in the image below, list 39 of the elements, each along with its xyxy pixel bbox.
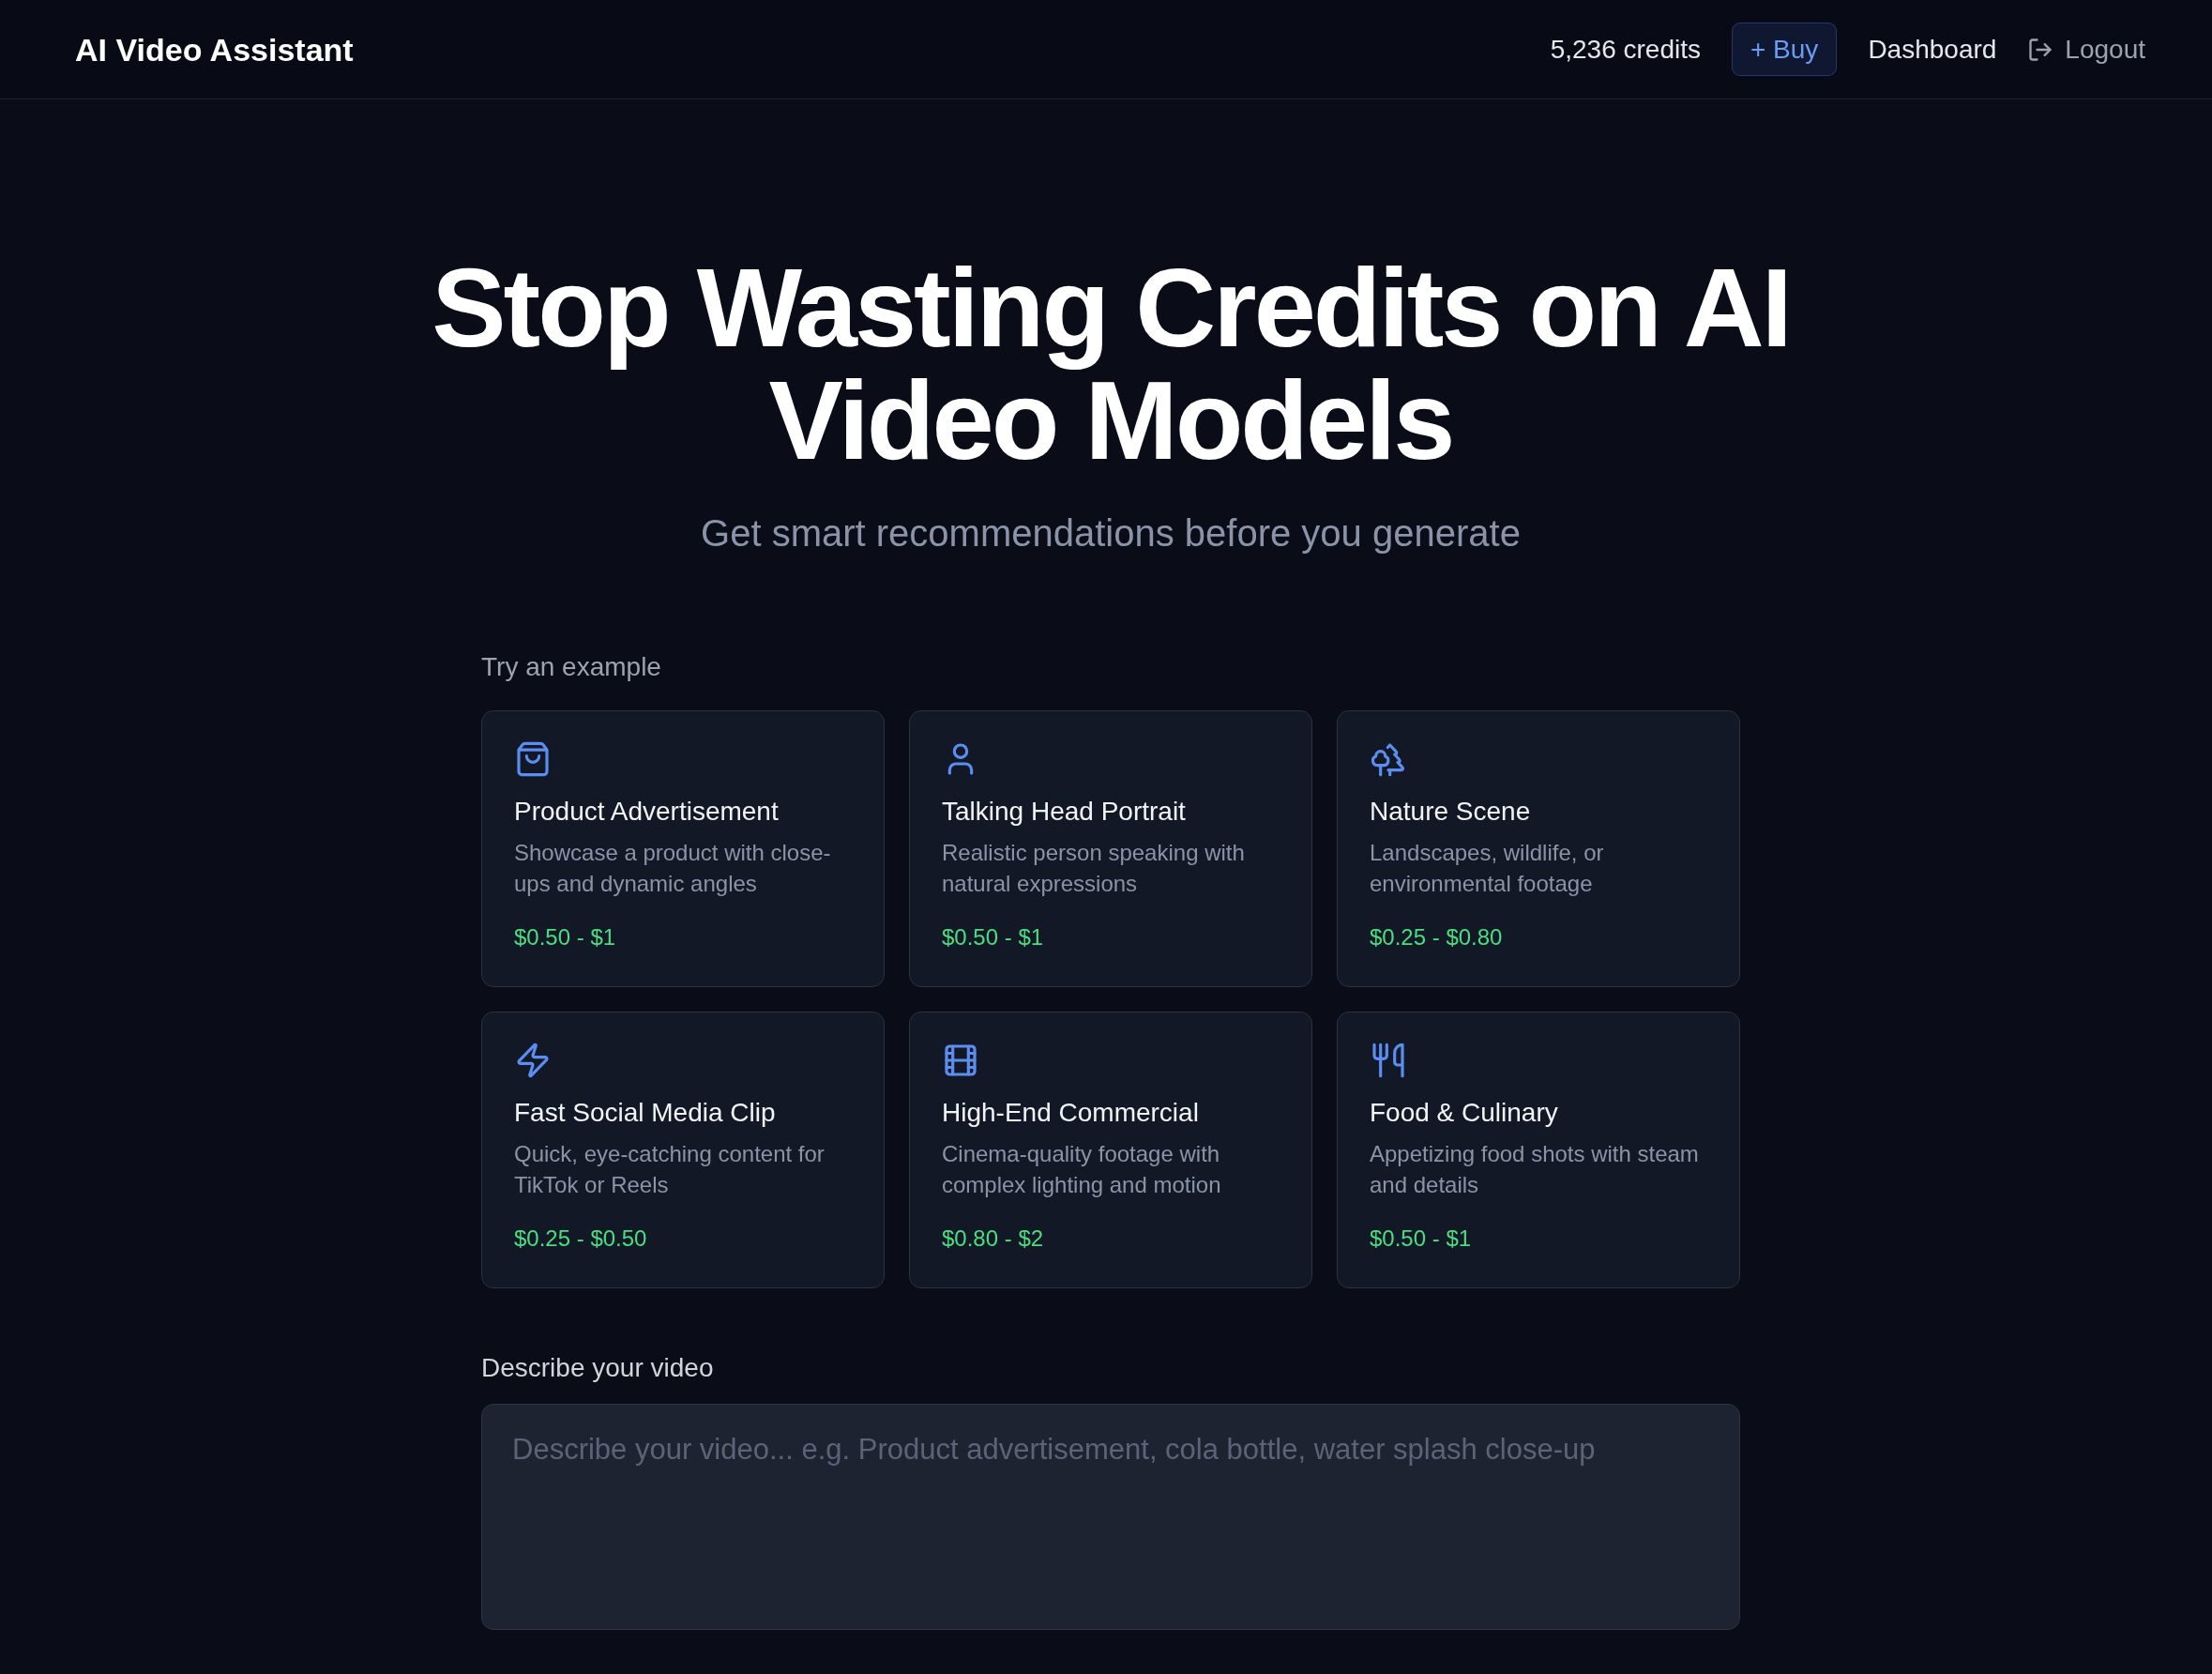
card-title: Nature Scene xyxy=(1370,796,1531,828)
card-description: Appetizing food shots with steam and details xyxy=(1370,1140,1700,1199)
shopping-bag-icon xyxy=(514,740,552,778)
price-range: $0.25 - $0.50 xyxy=(514,1225,647,1253)
example-card[interactable]: High-End Commercial Cinema-quality footage with complex lighting and motion $0.80 - $2 xyxy=(909,1012,1312,1288)
price-range: $0.80 - $2 xyxy=(942,1225,1044,1253)
card-title: Talking Head Portrait xyxy=(942,796,1186,828)
price-range: $0.50 - $1 xyxy=(1370,1225,1472,1253)
credits-count: 5,236 credits xyxy=(1550,33,1701,66)
card-title: High-End Commercial xyxy=(942,1097,1199,1129)
example-card[interactable]: Food & Culinary Appetizing food shots with steam and details $0.50 - $1 xyxy=(1337,1012,1740,1288)
hero-heading: Stop Wasting Credits on AI Video Models xyxy=(431,251,1791,477)
card-description: Showcase a product with close-ups and dynamic angles xyxy=(514,839,832,898)
card-description: Realistic person speaking with natural expressions xyxy=(942,839,1246,898)
prompt-input[interactable]: Describe your video... e.g. Product advertisement, cola bottle, water splash close-up xyxy=(481,1404,1740,1630)
lightning-bolt-icon xyxy=(514,1042,552,1079)
dashboard-link[interactable]: Dashboard xyxy=(1868,32,1997,67)
example-card[interactable]: Fast Social Media Clip Quick, eye-catching content for TikTok or Reels $0.25 - $0.50 xyxy=(481,1012,885,1288)
card-description: Quick, eye-catching content for TikTok or Reels xyxy=(514,1140,826,1199)
price-range: $0.25 - $0.80 xyxy=(1370,923,1503,951)
buy-button[interactable]: + Buy xyxy=(1732,23,1838,76)
field-label: Describe your video xyxy=(481,1352,715,1384)
card-description: Cinema-quality footage with complex lighting and motion xyxy=(942,1140,1222,1199)
logout-button[interactable]: Logout xyxy=(2027,32,2145,67)
price-range: $0.50 - $1 xyxy=(514,923,616,951)
example-card[interactable]: Nature Scene Landscapes, wildlife, or environmental footage $0.25 - $0.80 xyxy=(1337,710,1740,987)
card-title: Food & Culinary xyxy=(1370,1097,1558,1129)
film-strip-icon xyxy=(942,1042,979,1079)
hero-subtitle: Get smart recommendations before you generate xyxy=(701,511,1521,555)
example-card[interactable]: Product Advertisement Showcase a product with close-ups and dynamic angles $0.50 - $1 xyxy=(481,710,885,987)
card-description: Landscapes, wildlife, or environmental footage xyxy=(1370,839,1605,898)
card-title: Fast Social Media Clip xyxy=(514,1097,776,1129)
price-range: $0.50 - $1 xyxy=(942,923,1044,951)
trees-icon xyxy=(1370,740,1407,778)
app-logo: AI Video Assistant xyxy=(75,30,354,68)
example-card[interactable]: Talking Head Portrait Realistic person speaking with natural expressions $0.50 - $1 xyxy=(909,710,1312,987)
section-label: Try an example xyxy=(481,651,662,683)
fork-and-knife-icon xyxy=(1370,1042,1407,1079)
card-title: Product Advertisement xyxy=(514,796,779,828)
